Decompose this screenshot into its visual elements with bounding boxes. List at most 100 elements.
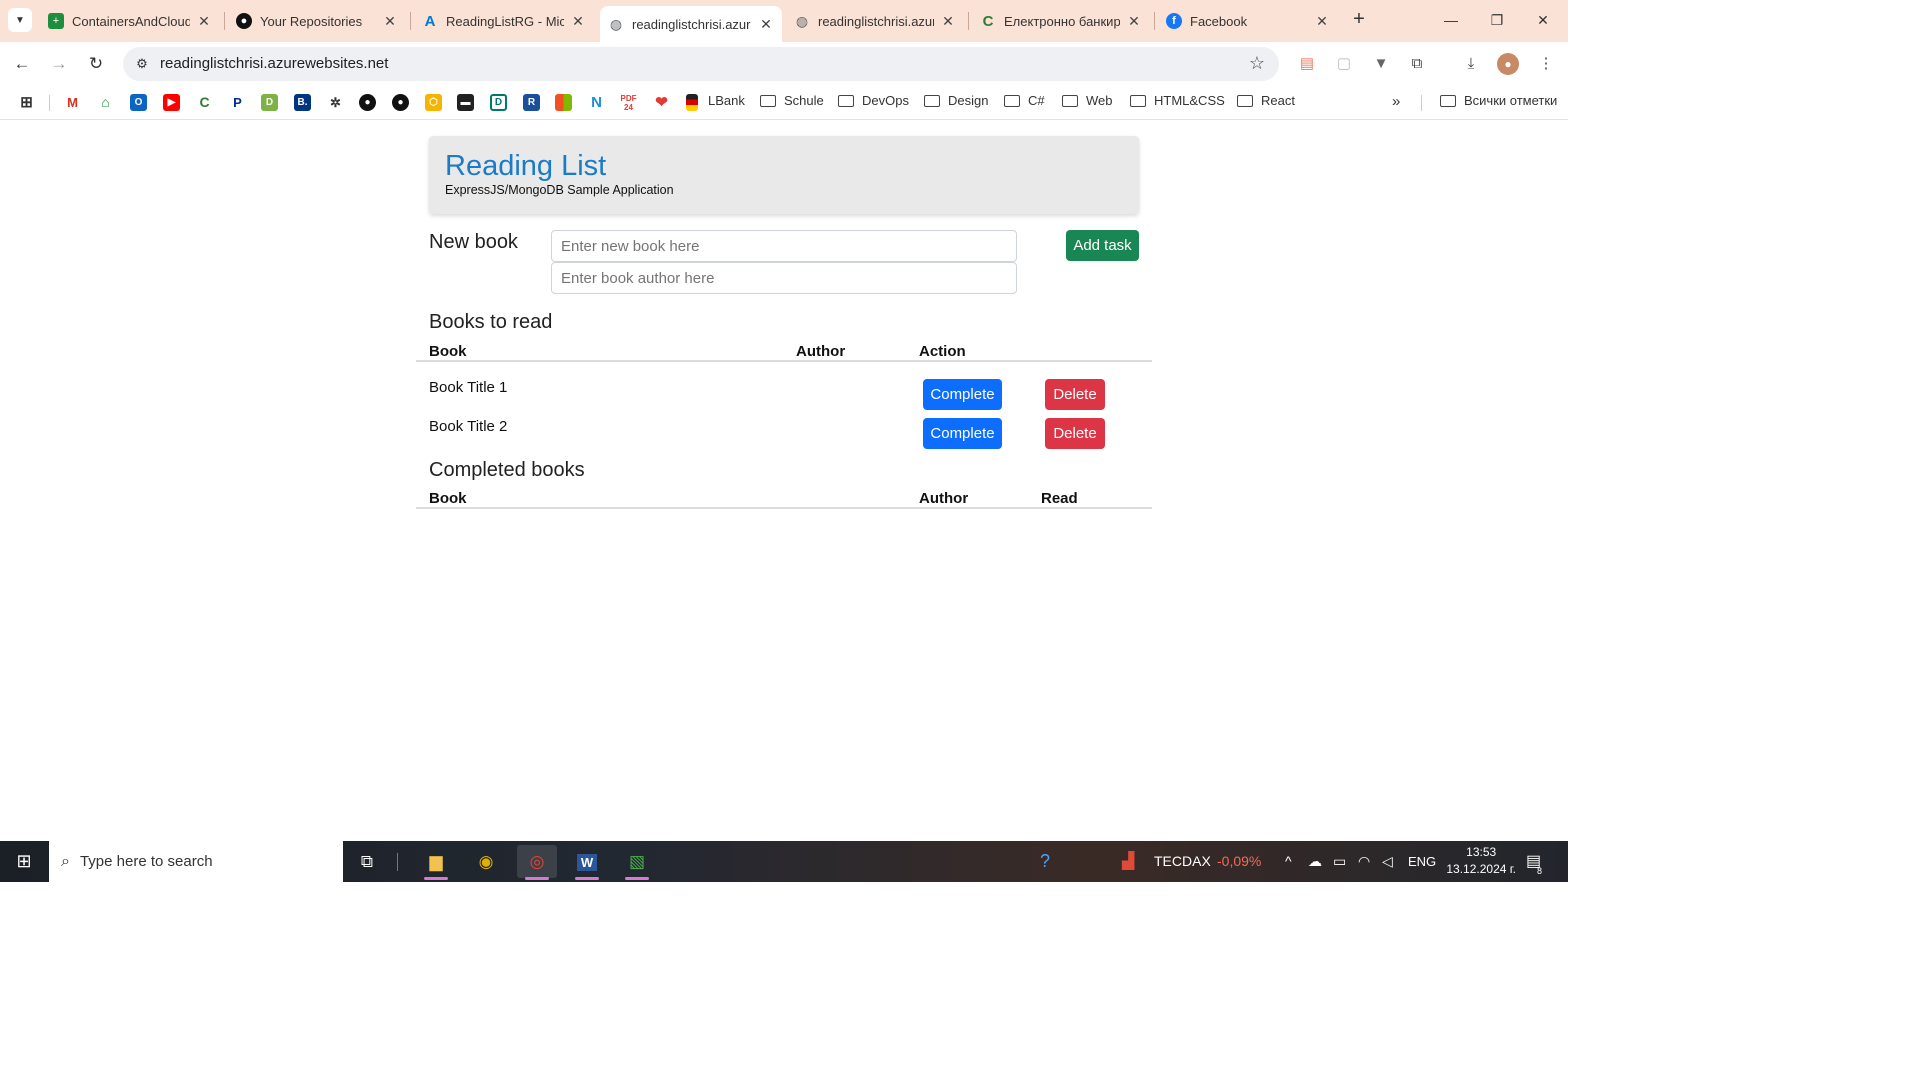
chameleon-app-icon[interactable]: ◉: [466, 845, 506, 878]
column-header-author: Author: [796, 343, 846, 360]
file-explorer-icon[interactable]: ▆: [416, 845, 456, 880]
tab-repositories[interactable]: ● Your Repositories ✕: [228, 6, 406, 36]
bookmark-folder-schule[interactable]: Schule: [760, 93, 824, 108]
terminal-icon[interactable]: ▬: [457, 94, 474, 111]
close-icon[interactable]: ✕: [196, 13, 212, 30]
battery-icon[interactable]: ▭: [1333, 841, 1346, 882]
new-tab-plus-icon[interactable]: +: [1347, 8, 1371, 32]
heart-icon[interactable]: ❤: [653, 94, 670, 111]
tab-facebook[interactable]: f Facebook ✕: [1158, 6, 1338, 36]
url-text[interactable]: readinglistchrisi.azurewebsites.net: [160, 55, 388, 72]
bookmark-folder-htmlcss[interactable]: HTML&CSS: [1130, 93, 1225, 108]
window-close-icon[interactable]: ✕: [1520, 6, 1566, 34]
book-author-input[interactable]: [551, 262, 1017, 294]
forward-arrow-icon[interactable]: →: [45, 50, 73, 78]
app-subtitle: ExpressJS/MongoDB Sample Application: [445, 183, 674, 197]
youtube-icon[interactable]: ▶: [163, 94, 180, 111]
github-icon[interactable]: ●: [392, 94, 409, 111]
ticker-change: -0,09%: [1217, 853, 1262, 869]
site-info-icon[interactable]: ⚙: [133, 55, 151, 73]
complete-button[interactable]: Complete: [923, 418, 1002, 449]
complete-button[interactable]: Complete: [923, 379, 1002, 410]
bookmark-folder-web[interactable]: Web: [1062, 93, 1113, 108]
openai-icon[interactable]: ✲: [327, 94, 344, 111]
tab-containers[interactable]: + ContainersAndCloud ✕: [40, 6, 220, 36]
outlook-icon[interactable]: O: [130, 94, 147, 111]
system-clock[interactable]: 13:53 13.12.2024 г.: [1446, 844, 1516, 878]
datev-icon[interactable]: D: [261, 94, 278, 111]
bookmark-folder-devops[interactable]: DevOps: [838, 93, 909, 108]
notifications-icon[interactable]: ▤ 8: [1526, 841, 1542, 882]
column-header-author: Author: [919, 490, 969, 507]
minimize-icon[interactable]: —: [1428, 6, 1474, 34]
wifi-icon[interactable]: ◠: [1358, 841, 1370, 882]
more-bookmarks-chevron-icon[interactable]: »: [1392, 93, 1400, 110]
back-arrow-icon[interactable]: ←: [8, 50, 36, 78]
restore-icon[interactable]: ❐: [1474, 6, 1520, 34]
address-bar[interactable]: ⚙ readinglistchrisi.azurewebsites.net ☆: [123, 47, 1279, 81]
n-icon[interactable]: N: [588, 94, 605, 111]
book-title-cell: Book Title 2: [429, 418, 508, 435]
column-header-read: Read: [1041, 490, 1078, 507]
downloads-icon[interactable]: ⤓: [1460, 53, 1482, 75]
hexagon-icon[interactable]: ⬡: [425, 94, 442, 111]
delete-button[interactable]: Delete: [1045, 379, 1105, 410]
bank-c-icon[interactable]: C: [196, 94, 213, 111]
task-view-icon[interactable]: ⧉: [347, 845, 387, 878]
taskbar-search-box[interactable]: ⌕ Type here to search: [49, 841, 343, 882]
onedrive-cloud-icon[interactable]: ☁: [1308, 841, 1322, 882]
book-title-input[interactable]: [551, 230, 1017, 262]
extension-calendar-icon[interactable]: ▤: [1296, 53, 1318, 75]
close-icon[interactable]: ✕: [382, 13, 398, 30]
browser-toolbar: ← → ↻ ⚙ readinglistchrisi.azurewebsites.…: [0, 42, 1568, 86]
menu-kebab-icon[interactable]: ⋮: [1535, 53, 1557, 75]
bookmark-folder-react[interactable]: React: [1237, 93, 1295, 108]
tab-azure-portal[interactable]: A ReadingListRG - Micr ✕: [414, 6, 594, 36]
extensions-puzzle-icon[interactable]: ⧉: [1406, 53, 1428, 75]
close-icon[interactable]: ✕: [570, 13, 586, 30]
delete-button[interactable]: Delete: [1045, 418, 1105, 449]
chevron-up-icon[interactable]: ^: [1285, 841, 1292, 882]
page-content: Reading List ExpressJS/MongoDB Sample Ap…: [0, 121, 1568, 841]
close-icon[interactable]: ✕: [758, 16, 774, 33]
all-bookmarks[interactable]: Всички отметки: [1440, 93, 1557, 108]
booking-icon[interactable]: B.: [294, 94, 311, 111]
image-editor-icon[interactable]: ▧: [617, 845, 657, 880]
d-icon[interactable]: D: [490, 94, 507, 111]
microsoft-icon[interactable]: [555, 94, 572, 111]
azure-icon: A: [424, 12, 436, 30]
book-title-cell: Book Title 1: [429, 379, 508, 396]
tab-bank[interactable]: C Електронно банкир ✕: [972, 6, 1150, 36]
close-icon[interactable]: ✕: [1314, 13, 1330, 30]
bookmark-folder-csharp[interactable]: C#: [1004, 93, 1045, 108]
help-icon[interactable]: ?: [1040, 841, 1050, 882]
pdf24-icon[interactable]: PDF 24: [620, 94, 637, 112]
tab-readinglist-2[interactable]: ◍ readinglistchrisi.azur ✕: [786, 6, 964, 36]
close-icon[interactable]: ✕: [1126, 13, 1142, 30]
ticker-name[interactable]: TECDAX: [1154, 841, 1211, 882]
bookmark-folder-design[interactable]: Design: [924, 93, 988, 108]
close-icon[interactable]: ✕: [940, 13, 956, 30]
github-icon[interactable]: ●: [359, 94, 376, 111]
bookmark-star-icon[interactable]: ☆: [1249, 53, 1265, 74]
chrome-icon[interactable]: ◎: [517, 845, 557, 880]
home-icon[interactable]: ⌂: [97, 94, 114, 111]
extension-filter-icon[interactable]: ▼: [1370, 53, 1392, 75]
folder-icon: [924, 94, 940, 107]
apps-grid-icon[interactable]: ⊞: [18, 94, 35, 111]
tab-search-chevron-icon[interactable]: ▼: [8, 8, 32, 32]
paypal-icon[interactable]: P: [229, 94, 246, 111]
reload-icon[interactable]: ↻: [82, 50, 110, 78]
extension-grey-icon[interactable]: ▢: [1333, 53, 1355, 75]
r-icon[interactable]: R: [523, 94, 540, 111]
language-indicator[interactable]: ENG: [1408, 841, 1436, 882]
add-task-button[interactable]: Add task: [1066, 230, 1139, 261]
bookmark-lbank[interactable]: LBank: [708, 93, 745, 108]
globe-icon: ◍: [609, 15, 623, 32]
tab-readinglist-active[interactable]: ◍ readinglistchrisi.azur ✕: [600, 6, 782, 42]
word-icon[interactable]: W: [567, 845, 607, 880]
gmail-icon[interactable]: M: [64, 94, 81, 111]
volume-icon[interactable]: ◁: [1382, 841, 1393, 882]
windows-start-icon[interactable]: ⊞: [0, 841, 48, 882]
profile-avatar-icon[interactable]: ●: [1497, 53, 1519, 75]
